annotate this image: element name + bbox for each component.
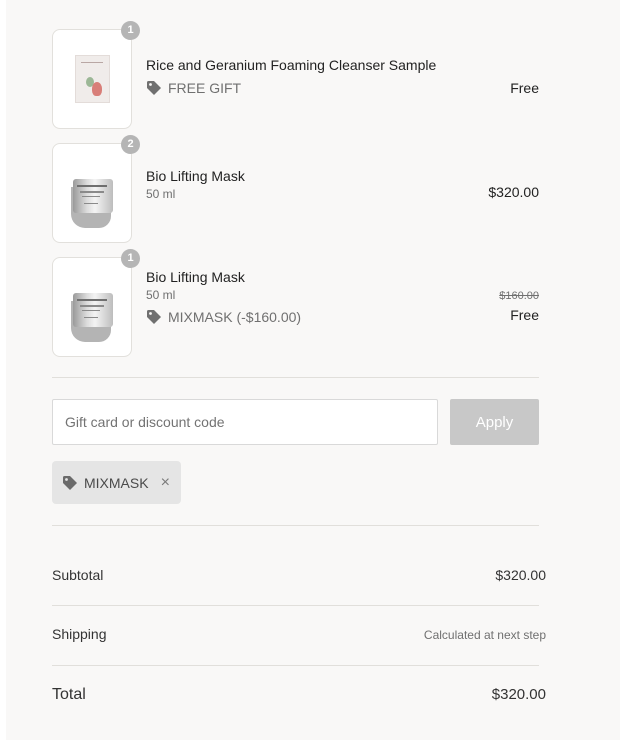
line-price: Free	[510, 80, 539, 96]
subtotal-value: $320.00	[495, 567, 546, 583]
quantity-badge: 2	[121, 135, 140, 154]
divider	[52, 605, 539, 606]
subtotal-label: Subtotal	[52, 567, 104, 583]
line-item: 2 Bio Lifting Mask 50 ml $320.00	[52, 135, 539, 243]
line-price: Free	[510, 307, 539, 323]
total-value: $320.00	[491, 686, 546, 703]
applied-discount-chip: MIXMASK ×	[52, 461, 181, 504]
product-name: Rice and Geranium Foaming Cleanser Sampl…	[146, 57, 437, 73]
jar-image	[71, 293, 114, 343]
product-thumbnail: 2	[52, 135, 140, 243]
product-thumbnail: 1	[52, 21, 140, 129]
line-price: $320.00	[488, 184, 539, 200]
discount-label: FREE GIFT	[146, 80, 241, 96]
quantity-badge: 1	[121, 249, 140, 268]
divider	[52, 665, 539, 666]
shipping-value: Calculated at next step	[423, 628, 546, 642]
quantity-badge: 1	[121, 21, 140, 40]
line-item: 1 Rice and Geranium Foaming Cleanser Sam…	[52, 21, 539, 129]
jar-image	[71, 179, 114, 229]
shipping-label: Shipping	[52, 626, 107, 642]
apply-button[interactable]: Apply	[450, 399, 539, 445]
product-thumbnail: 1	[52, 249, 140, 357]
discount-code-input[interactable]	[52, 399, 438, 445]
product-name: Bio Lifting Mask	[146, 269, 245, 285]
cleanser-sample-image	[75, 55, 110, 103]
divider	[52, 525, 539, 526]
discount-label: MIXMASK (-$160.00)	[146, 309, 301, 325]
applied-discount-code: MIXMASK	[84, 474, 149, 491]
line-item: 1 Bio Lifting Mask 50 ml MIXMASK (-$160.…	[52, 249, 539, 357]
product-variant: 50 ml	[146, 187, 176, 201]
original-price: $160.00	[499, 290, 539, 302]
tag-icon	[63, 475, 77, 490]
discount-label-text: FREE GIFT	[168, 80, 242, 96]
remove-discount-icon[interactable]: ×	[161, 474, 170, 492]
tag-icon	[147, 310, 161, 324]
discount-label-text: MIXMASK (-$160.00)	[168, 309, 302, 325]
total-label: Total	[52, 686, 86, 703]
product-variant: 50 ml	[146, 288, 176, 302]
product-name: Bio Lifting Mask	[146, 168, 245, 184]
divider	[52, 377, 539, 378]
tag-icon	[147, 81, 161, 95]
